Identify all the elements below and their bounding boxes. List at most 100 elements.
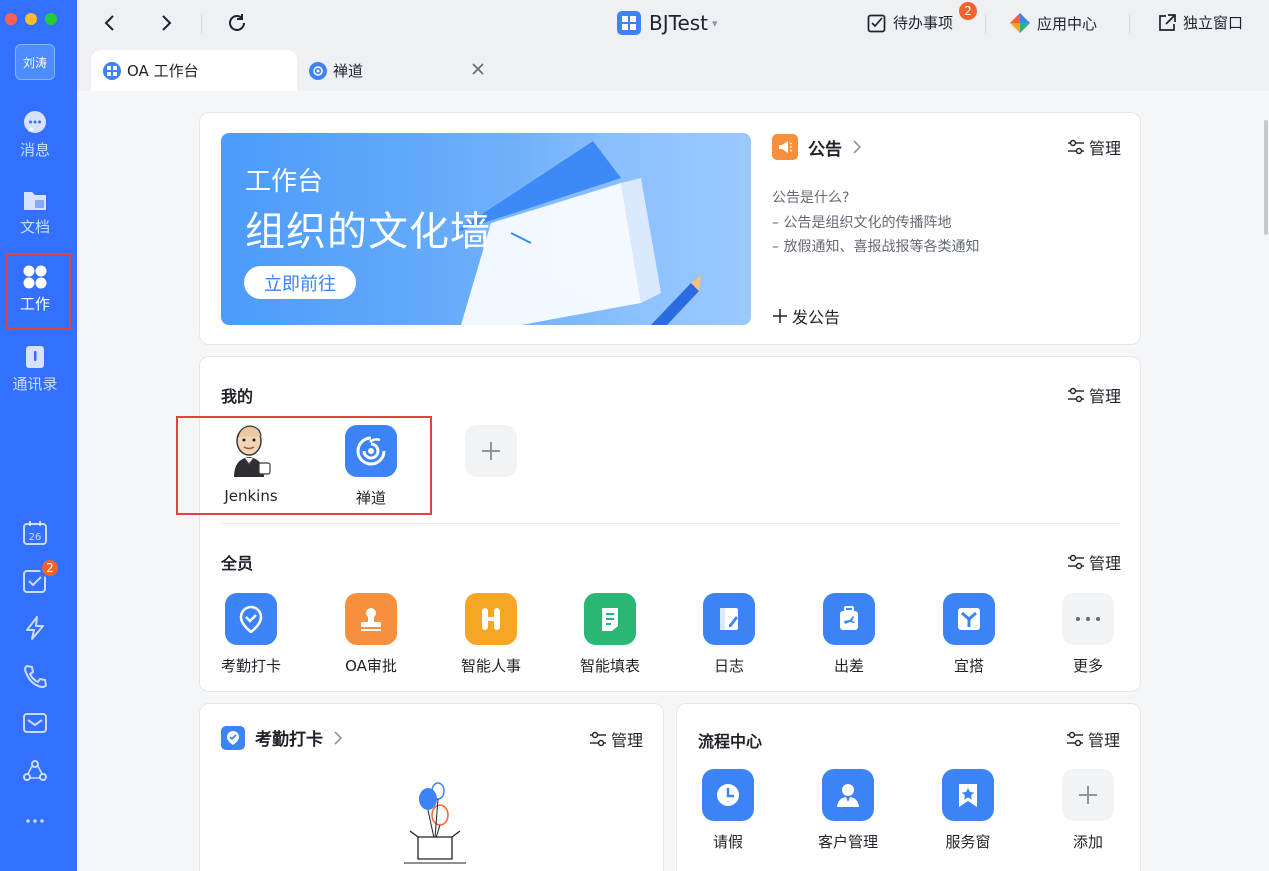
manage-button[interactable]: 管理 [589,727,643,751]
attendance-card: 考勤打卡 管理 [199,703,664,871]
mail-icon[interactable] [22,710,48,736]
travel-icon [823,593,875,645]
chevron-right-icon [162,15,172,31]
app-switcher[interactable]: BJTest ▾ [617,8,718,38]
standalone-window-button[interactable]: 独立窗口 [1157,12,1243,33]
app-checkin[interactable]: 考勤打卡 [206,593,296,676]
app-label: 服务窗 [945,833,991,851]
app-smart-hr[interactable]: 智能人事 [446,593,536,676]
highlight-box [176,416,432,515]
back-button[interactable] [97,10,123,36]
app-label: 智能人事 [460,657,521,675]
manage-button[interactable]: 管理 [1067,550,1121,574]
process-center-title: 流程中心 [698,732,763,751]
manage-button[interactable]: 管理 [1067,383,1121,407]
todo-button[interactable]: 待办事项 [867,12,953,33]
app-smart-form[interactable]: 智能填表 [565,593,655,676]
yida-icon [943,593,995,645]
app-center-button[interactable]: 应用中心 [1009,12,1097,34]
go-now-button[interactable]: 立即前往 [244,266,356,299]
manage-label: 管理 [1088,731,1121,750]
app-label: OA审批 [345,657,397,675]
tab-label: OA 工作台 [127,62,199,80]
app-label: 考勤打卡 [220,657,281,675]
announcement-card: 工作台 组织的文化墙 立即前往 公告 管理 公告是什么? – 公告是组织文化的传… [199,112,1141,345]
manage-button[interactable]: 管理 [1067,135,1121,159]
post-announcement-button[interactable]: 发公告 [772,304,840,328]
settings-sliders-icon [1068,387,1084,403]
app-customer-management[interactable]: 客户管理 [803,769,893,852]
more-icon[interactable] [22,808,48,834]
all-members-title: 全员 [221,554,254,573]
title-bar: BJTest ▾ 待办事项 2 应用中心 独立窗口 [77,0,1269,48]
tab-label: 禅道 [333,62,364,80]
chevron-right-icon [853,140,862,154]
forward-button[interactable] [153,10,179,36]
phone-icon[interactable] [22,663,48,689]
app-leave[interactable]: 请假 [683,769,773,852]
maximize-window-button[interactable] [45,13,57,25]
app-center-label: 应用中心 [1037,14,1098,33]
todo-check-icon [867,14,886,32]
plus-icon [773,309,787,323]
bookmark-star-icon [942,769,994,821]
contacts-icon [26,346,44,368]
caret-down-icon: ▾ [712,16,718,30]
plus-icon [465,425,517,477]
minimize-window-button[interactable] [25,13,37,25]
settings-sliders-icon [590,731,606,747]
mine-title: 我的 [221,387,254,406]
sidebar-item-messages[interactable]: 消息 [0,110,70,160]
manage-button[interactable]: 管理 [1066,727,1120,751]
banner-title: 工作台 [245,167,324,197]
app-label: 宜搭 [953,657,984,675]
scrollbar[interactable] [1264,120,1268,235]
close-window-button[interactable] [5,13,17,25]
app-label: 客户管理 [817,833,878,851]
announcement-title[interactable]: 公告 [772,134,862,160]
settings-sliders-icon [1068,139,1084,155]
app-log[interactable]: 日志 [684,593,774,676]
app-label: 更多 [1072,657,1103,675]
external-window-icon [1159,13,1176,31]
sidebar-item-label: 消息 [19,141,50,159]
balloon-box-illustration [404,782,466,864]
sidebar: 刘涛 消息 文档 工作 通讯录 26 2 [0,0,77,871]
calendar-icon[interactable]: 26 [22,520,48,546]
refresh-icon [229,14,245,31]
attendance-title[interactable]: 考勤打卡 [221,725,343,750]
message-icon [24,111,46,133]
avatar[interactable]: 刘涛 [15,44,55,80]
team-icon[interactable] [22,758,48,784]
app-yida[interactable]: 宜搭 [924,593,1014,676]
lightning-icon[interactable] [22,615,48,641]
tab-oa-workbench[interactable]: OA 工作台 [91,50,297,91]
add-process-button[interactable]: 添加 [1043,769,1133,852]
app-business-trip[interactable]: 出差 [804,593,894,676]
sidebar-item-docs[interactable]: 文档 [0,187,70,237]
zentao-icon [309,61,327,80]
close-icon[interactable] [469,60,487,78]
stamp-icon [345,593,397,645]
clock-icon [702,769,754,821]
app-service-window[interactable]: 服务窗 [923,769,1013,852]
checkin-icon [225,593,277,645]
culture-wall-banner[interactable]: 工作台 组织的文化墙 立即前往 [221,133,751,325]
sidebar-item-contacts[interactable]: 通讯录 [0,344,70,394]
tab-zentao[interactable]: 禅道 [297,50,497,91]
tab-bar: OA 工作台 禅道 [77,48,1269,91]
settings-sliders-icon [1068,554,1084,570]
app-oa-approval[interactable]: OA审批 [326,593,416,676]
announcement-line: 公告是什么? [772,190,850,206]
svg-text:26: 26 [29,532,42,543]
plus-icon [1062,769,1114,821]
app-label: 出差 [833,657,864,675]
process-center-card: 流程中心 管理 请假 客户管理 服务窗 添加 [676,703,1141,871]
refresh-button[interactable] [224,10,250,36]
add-app-button[interactable] [446,425,536,487]
app-label: 智能填表 [579,657,640,675]
todo-label: 待办事项 [893,14,954,32]
manage-label: 管理 [1089,554,1122,573]
hr-icon [465,593,517,645]
app-more[interactable]: 更多 [1043,593,1133,676]
